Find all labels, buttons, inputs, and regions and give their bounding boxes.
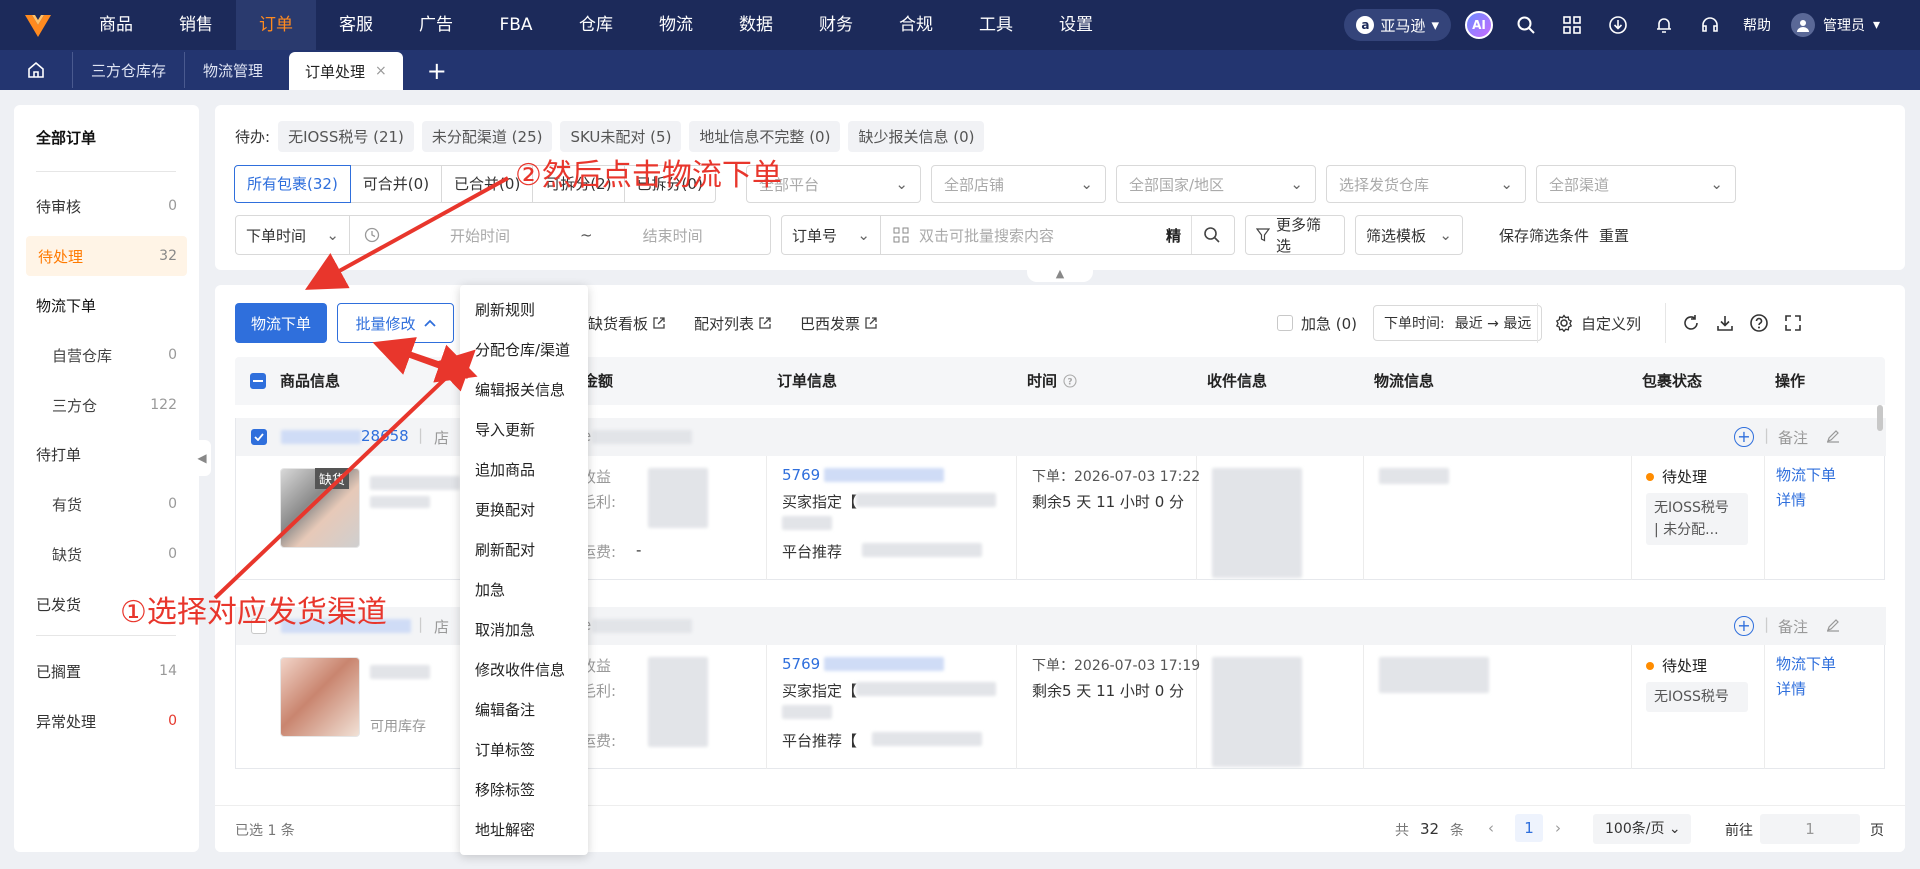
- annotation-step2: ②然后点击物流下单: [515, 158, 782, 193]
- arrow-step2: [304, 176, 509, 290]
- arrow-batch-edit: [372, 337, 469, 379]
- annotation-arrows: [213, 176, 509, 600]
- arrow-menu-item: [399, 344, 478, 383]
- annotation-step1: ①选择对应发货渠道: [120, 595, 387, 630]
- arrow-step1: [213, 349, 476, 600]
